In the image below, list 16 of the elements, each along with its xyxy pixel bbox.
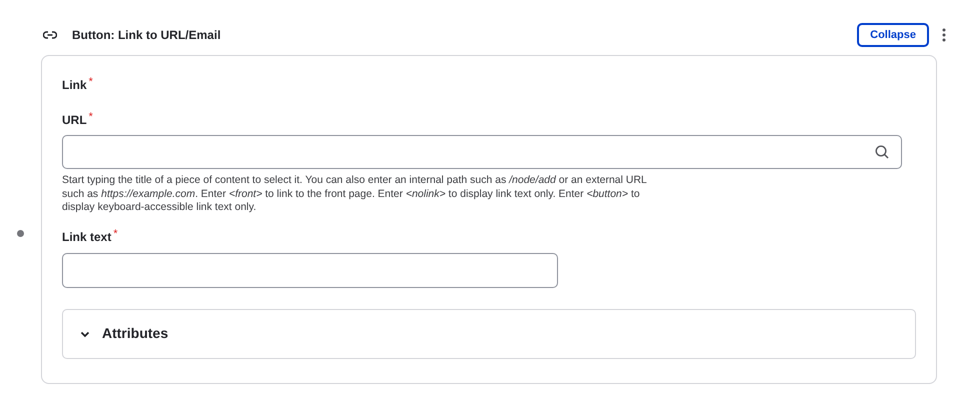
link-icon [43, 31, 57, 39]
url-field[interactable] [62, 135, 902, 169]
field-label: Link text [62, 228, 112, 246]
required-mark: * [88, 76, 93, 88]
field-label: URL [62, 112, 87, 129]
drag-handle-icon[interactable] [17, 230, 24, 237]
collapse-button[interactable]: Collapse [857, 23, 929, 47]
section-label: Link [62, 77, 87, 94]
required-mark: * [113, 228, 118, 240]
more-options-icon[interactable] [942, 28, 946, 42]
field-description: Start typing the title of a piece of content to select it. You can also enter an internal path such as /node/add or an external URL such as https://example.com. Enter <front> to link to the front page. Enter <nolink> to display link text only. Enter <button> to display keyboard-accessible link text only. [62, 174, 648, 214]
search-icon [875, 145, 889, 159]
link-text-field[interactable] [62, 252, 558, 288]
attributes-details[interactable]: Attributes [62, 308, 916, 358]
block-title: Button: Link to URL/Email [72, 27, 221, 44]
required-mark: * [88, 111, 93, 123]
